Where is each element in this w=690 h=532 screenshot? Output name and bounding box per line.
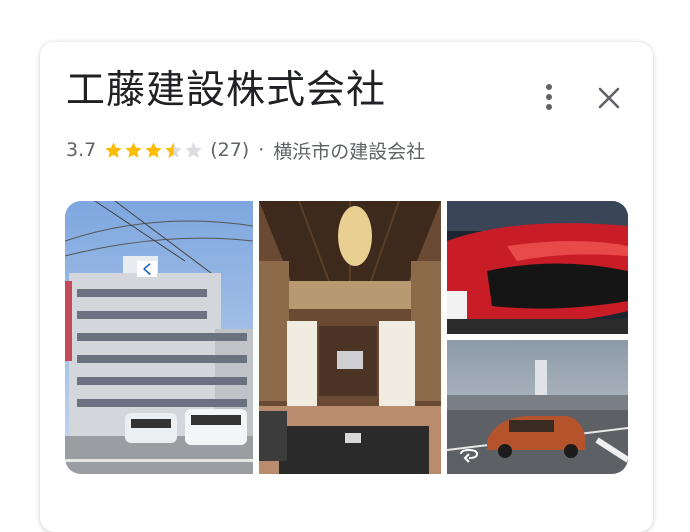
building-sign-text: く — [141, 263, 154, 278]
rating-stars — [104, 141, 204, 160]
place-meta: 3.7 (27) · 横浜市の建設会社 — [66, 136, 425, 164]
close-button[interactable] — [593, 82, 625, 114]
photo-interior[interactable] — [259, 201, 441, 474]
street-view-360-icon — [460, 448, 479, 463]
meta-separator: · — [258, 139, 265, 161]
rating-value: 3.7 — [66, 139, 97, 161]
star-icon — [145, 141, 162, 158]
more-options-button[interactable] — [534, 80, 564, 114]
photo-building-exterior[interactable]: く — [65, 201, 253, 474]
place-title: 工藤建設株式会社 — [66, 68, 387, 113]
place-card: 工藤建設株式会社 3.7 (27) · 横浜市の建設会社 く — [40, 42, 653, 532]
place-category: 横浜市の建設会社 — [273, 140, 426, 163]
star-empty-icon — [185, 141, 202, 158]
star-icon — [105, 141, 122, 158]
photo-red-car[interactable] — [447, 201, 628, 334]
star-icon — [125, 141, 142, 158]
photo-street-view[interactable] — [447, 340, 628, 474]
review-count[interactable]: (27) — [210, 139, 249, 161]
close-icon — [598, 87, 620, 109]
more-vert-icon — [546, 84, 552, 110]
star-half-icon — [165, 141, 182, 158]
